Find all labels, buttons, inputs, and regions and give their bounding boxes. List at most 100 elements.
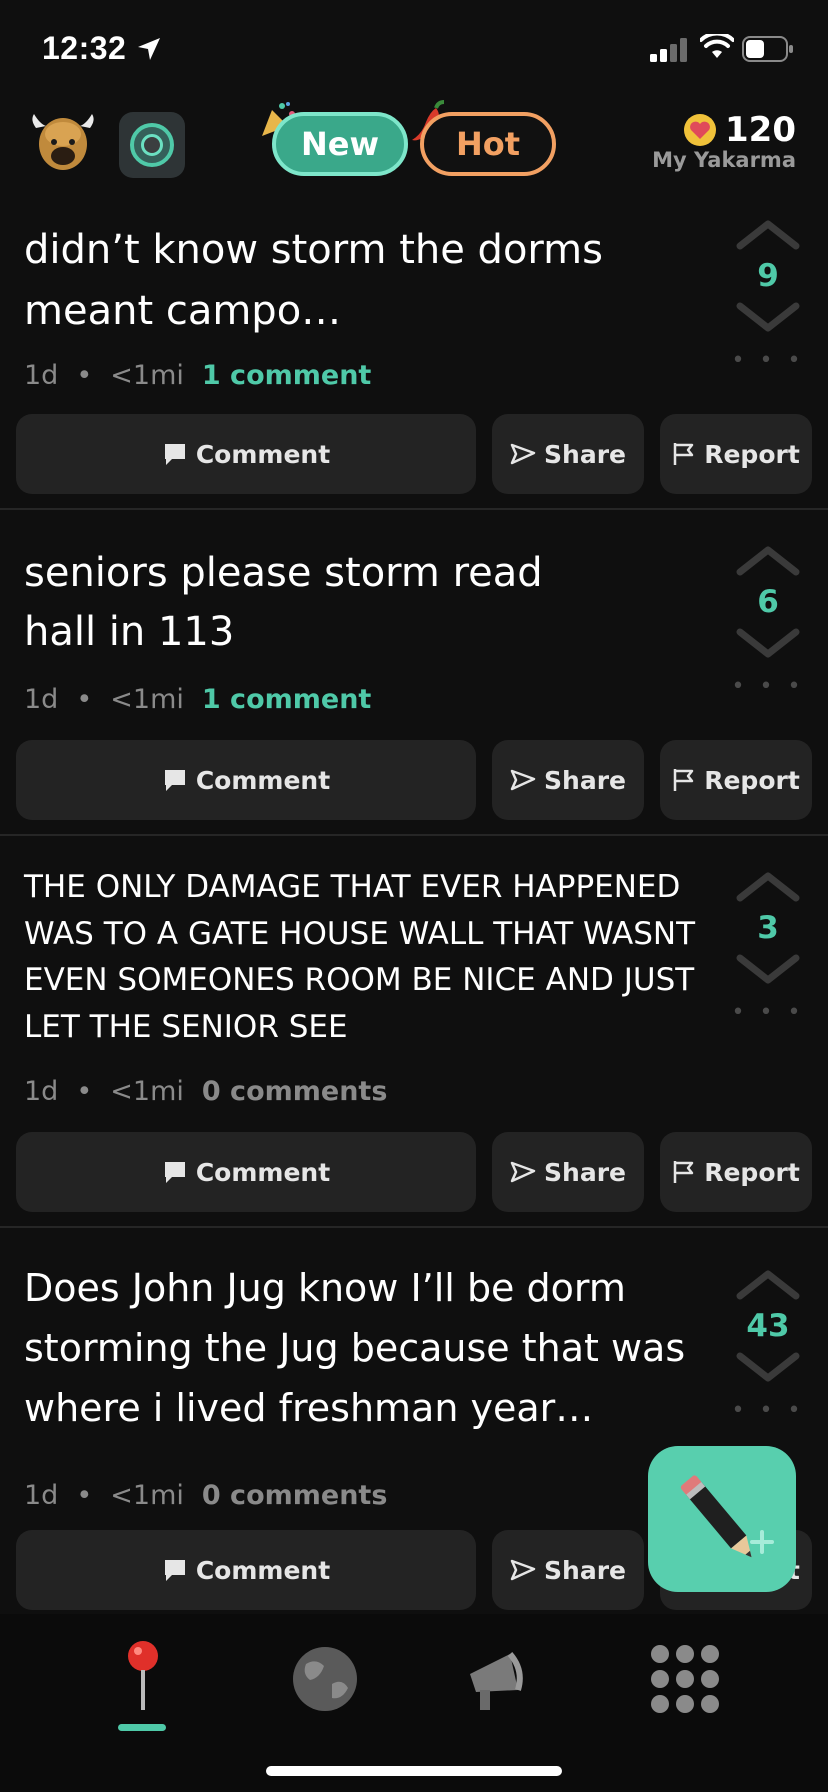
share-button[interactable]: Share xyxy=(492,1132,644,1212)
globe-icon[interactable] xyxy=(280,1634,370,1724)
battery-icon xyxy=(742,36,793,62)
pencil-plus-icon xyxy=(680,1475,774,1558)
comment-count-link[interactable]: 1 comment xyxy=(202,684,371,715)
paper-plane-icon xyxy=(510,443,536,465)
share-button[interactable]: Share xyxy=(492,740,644,820)
flag-icon xyxy=(673,769,694,791)
heart-coin-icon xyxy=(684,114,717,146)
upvote-icon[interactable] xyxy=(734,1266,802,1302)
bottom-nav xyxy=(0,1614,828,1792)
more-options-icon[interactable]: • • • xyxy=(730,674,806,699)
report-button[interactable]: Report xyxy=(660,1132,812,1212)
vote-count: 3 xyxy=(757,910,779,946)
report-button[interactable]: Report xyxy=(660,740,812,820)
karma-label: My Yakarma xyxy=(652,148,796,172)
share-button[interactable]: Share xyxy=(492,1530,644,1610)
post-text[interactable]: THE ONLY DAMAGE THAT EVER HAPPENED WAS T… xyxy=(24,864,714,1050)
upvote-icon[interactable] xyxy=(734,868,802,904)
paper-plane-icon xyxy=(510,769,536,791)
comment-button[interactable]: Comment xyxy=(16,414,476,494)
flag-icon xyxy=(673,443,694,465)
flag-icon xyxy=(673,1161,694,1183)
vote-control: 3 • • • xyxy=(730,868,806,1025)
share-button-label: Share xyxy=(544,765,626,795)
post-age: 1d xyxy=(24,1480,59,1511)
meta-separator: • xyxy=(76,684,93,715)
post-distance: <1mi xyxy=(110,1480,184,1511)
post-age: 1d xyxy=(24,360,59,391)
school-badge[interactable] xyxy=(119,112,185,178)
paper-plane-icon xyxy=(510,1559,536,1581)
meta-separator: • xyxy=(76,1480,93,1511)
post-meta: 1d • <1mi 1 comment xyxy=(24,360,371,391)
home-indicator xyxy=(266,1766,562,1776)
post-actions: Comment Share Report xyxy=(16,414,812,494)
post-age: 1d xyxy=(24,1076,59,1107)
more-options-icon[interactable]: • • • xyxy=(730,348,806,373)
vote-count: 43 xyxy=(746,1308,790,1344)
report-button[interactable]: Report xyxy=(660,414,812,494)
post-distance: <1mi xyxy=(110,684,184,715)
paper-plane-icon xyxy=(510,1161,536,1183)
post-meta: 1d • <1mi 1 comment xyxy=(24,684,371,715)
post-card[interactable]: THE ONLY DAMAGE THAT EVER HAPPENED WAS T… xyxy=(0,836,828,1228)
status-time: 12:32 xyxy=(42,30,127,66)
active-tab-indicator xyxy=(118,1724,166,1731)
post-text[interactable]: Does John Jug know I’ll be dorm storming… xyxy=(24,1258,714,1438)
downvote-icon[interactable] xyxy=(734,952,802,988)
post-text[interactable]: seniors please storm read hall in 113 xyxy=(24,544,624,662)
vote-control: 9 • • • xyxy=(730,216,806,373)
vote-control: 6 • • • xyxy=(730,542,806,699)
report-button-label: Report xyxy=(704,765,800,795)
app-header: New Hot 120 My Yakarma xyxy=(0,100,828,212)
post-card[interactable]: didn’t know storm the dorms meant campo…… xyxy=(0,212,828,510)
downvote-icon[interactable] xyxy=(734,300,802,336)
cellular-signal-icon xyxy=(650,38,687,62)
karma-display[interactable]: 120 My Yakarma xyxy=(652,110,796,172)
yak-avatar-icon[interactable] xyxy=(28,112,98,178)
megaphone-icon[interactable] xyxy=(454,1634,544,1724)
comment-button[interactable]: Comment xyxy=(16,1132,476,1212)
post-card[interactable]: seniors please storm read hall in 113 1d… xyxy=(0,510,828,836)
upvote-icon[interactable] xyxy=(734,216,802,252)
post-meta: 1d • <1mi 0 comments xyxy=(24,1480,387,1511)
grid-icon[interactable] xyxy=(640,1634,730,1724)
tab-new[interactable]: New xyxy=(272,112,408,176)
meta-separator: • xyxy=(76,1076,93,1107)
comment-count-link[interactable]: 0 comments xyxy=(202,1076,388,1107)
vote-count: 6 xyxy=(757,584,779,620)
map-pin-icon[interactable] xyxy=(98,1634,188,1724)
comment-button-label: Comment xyxy=(195,1157,331,1187)
more-options-icon[interactable]: • • • xyxy=(730,1000,806,1025)
tab-hot[interactable]: Hot xyxy=(420,112,556,176)
vote-count: 9 xyxy=(757,258,779,294)
wifi-icon xyxy=(700,34,734,58)
speech-bubble-icon xyxy=(164,1162,185,1183)
speech-bubble-icon xyxy=(164,444,185,465)
speech-bubble-icon xyxy=(164,770,185,791)
comment-button-label: Comment xyxy=(195,1555,331,1585)
report-button-label: Report xyxy=(704,439,800,469)
comment-button[interactable]: Comment xyxy=(16,1530,476,1610)
meta-separator: • xyxy=(76,360,93,391)
location-arrow-icon xyxy=(138,38,160,60)
post-actions: Comment Share Report xyxy=(16,1132,812,1212)
speech-bubble-icon xyxy=(164,1560,185,1581)
more-options-icon[interactable]: • • • xyxy=(730,1398,806,1423)
share-button-label: Share xyxy=(544,1157,626,1187)
post-distance: <1mi xyxy=(110,360,184,391)
comment-count-link[interactable]: 0 comments xyxy=(202,1480,388,1511)
downvote-icon[interactable] xyxy=(734,626,802,662)
new-post-button[interactable] xyxy=(648,1446,796,1592)
post-actions: Comment Share Report xyxy=(16,740,812,820)
status-bar: 12:32 xyxy=(0,0,828,100)
share-button[interactable]: Share xyxy=(492,414,644,494)
upvote-icon[interactable] xyxy=(734,542,802,578)
share-button-label: Share xyxy=(544,1555,626,1585)
post-text[interactable]: didn’t know storm the dorms meant campo… xyxy=(24,220,624,342)
downvote-icon[interactable] xyxy=(734,1350,802,1386)
comment-count-link[interactable]: 1 comment xyxy=(202,360,371,391)
comment-button[interactable]: Comment xyxy=(16,740,476,820)
vote-control: 43 • • • xyxy=(730,1266,806,1423)
post-meta: 1d • <1mi 0 comments xyxy=(24,1076,387,1107)
